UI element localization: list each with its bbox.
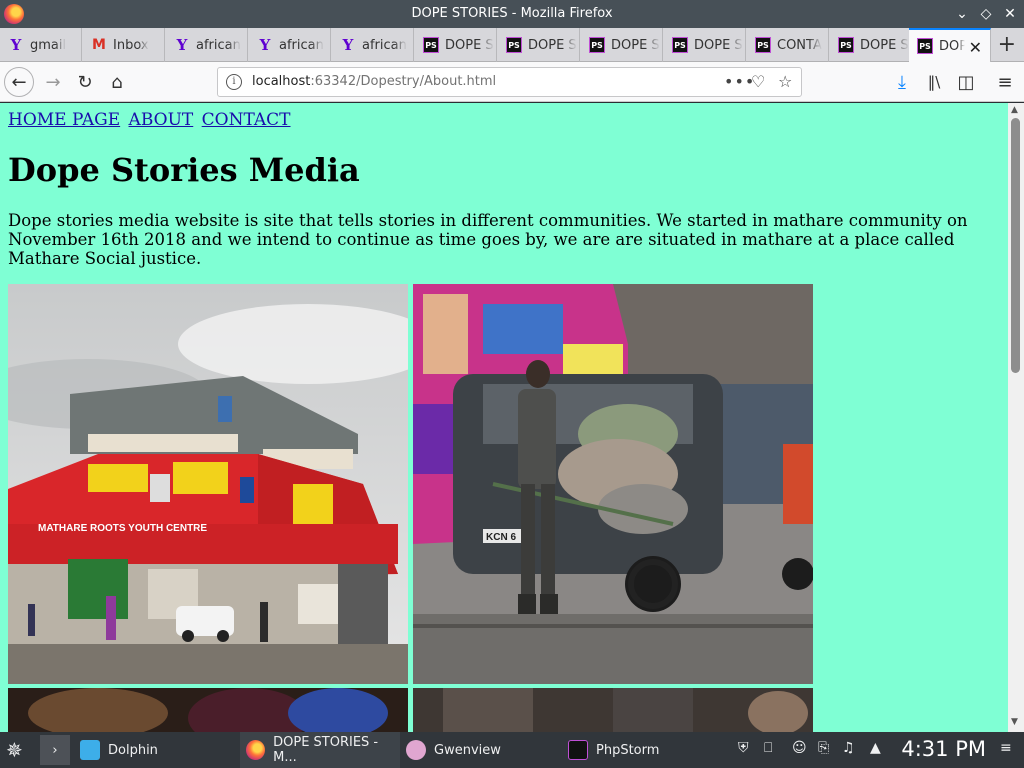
tab[interactable]: Yafrican <box>332 28 414 62</box>
firefox-icon <box>246 740 266 760</box>
maximize-icon[interactable]: ◇ <box>976 4 996 24</box>
taskbar-item-gwenview[interactable]: Gwenview <box>406 732 501 768</box>
url-text[interactable]: localhost:63342/Dopestry/About.html <box>252 74 496 89</box>
page-scrollbar[interactable]: ▲ ▼ <box>1008 103 1024 732</box>
nav-link-home[interactable]: HOME PAGE <box>8 110 120 130</box>
navigation-toolbar: ← → ↻ ⌂ i localhost:63342/Dopestry/About… <box>0 62 1024 102</box>
new-tab-icon[interactable]: + <box>998 32 1016 57</box>
taskbar: ✵ › Dolphin DOPE STORIES - M... Gwenview… <box>0 732 1024 768</box>
dolphin-icon <box>80 740 100 760</box>
yahoo-icon: Y <box>259 36 271 54</box>
tab[interactable]: Yafrican <box>166 28 248 62</box>
car-plate-text: KCN 6 <box>486 532 516 543</box>
nav-link-about[interactable]: ABOUT <box>129 110 194 130</box>
page-content: HOME PAGE ABOUT CONTACT Dope Stories Med… <box>0 103 1008 732</box>
window-titlebar: DOPE STORIES - Mozilla Firefox ⌄ ◇ ✕ <box>0 0 1024 28</box>
photo-partial-3 <box>8 688 408 732</box>
tab[interactable]: PS DOPE S <box>581 28 663 62</box>
phpstorm-icon: PS <box>589 37 605 53</box>
desktop-pager-icon[interactable]: › <box>40 735 70 765</box>
building-banner-text: MATHARE ROOTS YOUTH CENTRE <box>38 523 207 534</box>
scroll-down-icon[interactable]: ▼ <box>1011 717 1018 727</box>
phpstorm-icon <box>568 740 588 760</box>
photo-street-cart: KCN 6 <box>413 284 813 684</box>
photo-mathare-building: MATHARE ROOTS YOUTH CENTRE <box>8 284 408 684</box>
yahoo-icon: Y <box>342 36 354 54</box>
library-icon[interactable]: ‖\ <box>919 67 949 97</box>
bookmark-star-icon[interactable]: ☆ <box>778 72 792 91</box>
minimize-icon[interactable]: ⌄ <box>952 4 972 24</box>
tab[interactable]: Ygmail <box>0 28 82 62</box>
phpstorm-icon: PS <box>917 38 933 54</box>
tab[interactable]: PS DOPE S <box>830 28 912 62</box>
tab-strip: Ygmail M Inbox Yafrican Yafrican Yafrican… <box>0 28 1024 62</box>
window-title: DOPE STORIES - Mozilla Firefox <box>411 6 613 21</box>
panel-menu-icon[interactable]: ≡ <box>1000 740 1012 756</box>
url-bar[interactable]: i localhost:63342/Dopestry/About.html ••… <box>217 67 802 97</box>
clipboard-icon[interactable]: ⎘ <box>818 740 829 756</box>
taskbar-item-phpstorm[interactable]: PhpStorm <box>568 732 659 768</box>
gwenview-icon <box>406 740 426 760</box>
back-icon[interactable]: ← <box>4 67 34 97</box>
forward-icon[interactable]: → <box>38 67 68 97</box>
close-window-icon[interactable]: ✕ <box>1000 4 1020 24</box>
pocket-icon[interactable]: ♡ <box>751 72 765 91</box>
photo-partial-4 <box>413 688 813 732</box>
tab[interactable]: PS DOPE S <box>415 28 497 62</box>
scroll-up-icon[interactable]: ▲ <box>1011 105 1018 115</box>
users-icon[interactable]: ☺ <box>792 740 807 756</box>
tab[interactable]: Yafrican <box>249 28 331 62</box>
network-icon[interactable]: ⎕ <box>764 740 772 756</box>
gmail-icon: M <box>92 37 106 53</box>
downloads-icon[interactable]: ⤓ <box>887 67 917 97</box>
nav-link-contact[interactable]: CONTACT <box>202 110 291 130</box>
tray-expand-icon[interactable]: ▲ <box>870 740 881 756</box>
site-info-icon[interactable]: i <box>226 74 242 90</box>
close-tab-icon[interactable]: ✕ <box>969 38 982 57</box>
phpstorm-icon: PS <box>672 37 688 53</box>
home-icon[interactable]: ⌂ <box>102 67 132 97</box>
reload-icon[interactable]: ↻ <box>70 67 100 97</box>
scrollbar-thumb[interactable] <box>1011 118 1020 373</box>
volume-icon[interactable]: ♫ <box>842 740 855 756</box>
shield-icon[interactable]: ⛨ <box>738 740 749 756</box>
taskbar-item-dolphin[interactable]: Dolphin <box>80 732 158 768</box>
phpstorm-icon: PS <box>506 37 522 53</box>
page-heading: Dope Stories Media <box>8 151 360 189</box>
app-launcher-icon[interactable]: ✵ <box>6 732 23 768</box>
yahoo-icon: Y <box>10 36 22 54</box>
yahoo-icon: Y <box>176 36 188 54</box>
site-nav: HOME PAGE ABOUT CONTACT <box>8 110 294 130</box>
about-paragraph: Dope stories media website is site that … <box>8 211 968 268</box>
tab[interactable]: PS CONTA <box>747 28 829 62</box>
tab[interactable]: M Inbox <box>83 28 165 62</box>
taskbar-item-firefox[interactable]: DOPE STORIES - M... <box>240 732 400 768</box>
phpstorm-icon: PS <box>838 37 854 53</box>
tab[interactable]: PS DOPE S <box>664 28 746 62</box>
sidebar-icon[interactable]: ◫ <box>951 67 981 97</box>
phpstorm-icon: PS <box>755 37 771 53</box>
tab[interactable]: PS DOPE S <box>498 28 580 62</box>
phpstorm-icon: PS <box>423 37 439 53</box>
menu-icon[interactable]: ≡ <box>990 67 1020 97</box>
tab-active[interactable]: PSDOPE✕ <box>909 28 991 62</box>
clock[interactable]: 4:31 PM <box>901 737 986 761</box>
